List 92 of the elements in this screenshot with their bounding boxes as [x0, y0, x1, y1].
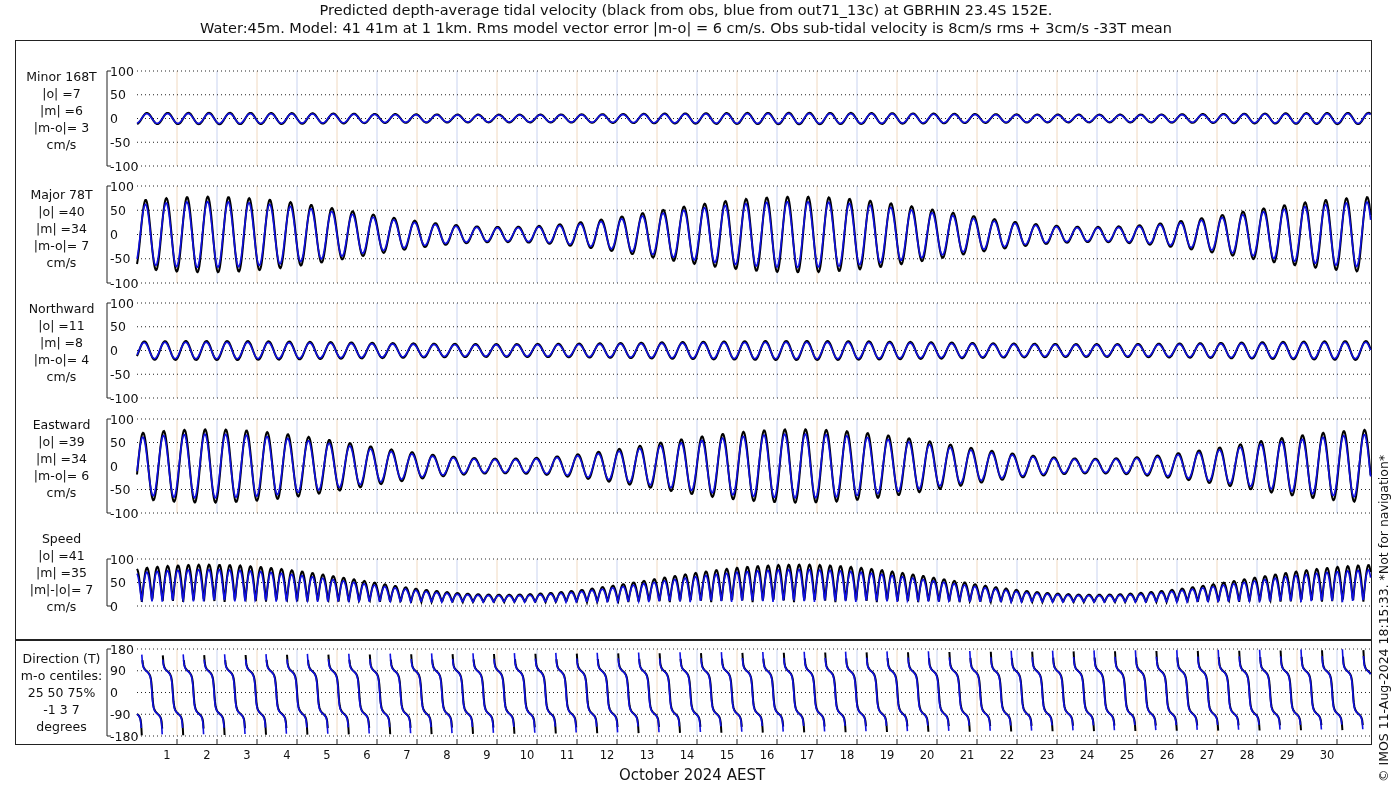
axis-tick-label: 0: [110, 685, 118, 700]
axis-tick-label: 0: [110, 598, 118, 614]
panel-label: |m-o|= 6: [33, 466, 90, 484]
day-label: 28: [1239, 748, 1255, 762]
day-label: 19: [879, 748, 895, 762]
axis-tick-label: 50: [110, 319, 126, 335]
day-label: 9: [483, 748, 491, 762]
chart-title: Water:45m. Model: 41 41m at 1 1km. Rms model vector error |m-o| = 6 cm/s. Obs sub-tidal velocity is 8cm/s rms + 3cm/s -33T mean: [200, 19, 1172, 37]
day-label: 18: [839, 748, 855, 762]
axis-tick-label: -100: [110, 158, 139, 174]
day-label: 5: [323, 748, 331, 762]
panel-label: |m| =34: [36, 220, 87, 237]
panel-label: |m| =8: [40, 334, 83, 351]
axis-tick-label: 0: [110, 111, 118, 126]
day-label: 22: [999, 748, 1015, 762]
x-axis-label: October 2024 AEST: [618, 766, 766, 784]
day-label: 3: [243, 748, 251, 762]
panel-label: Major 78T: [30, 186, 93, 203]
panel-label: degrees: [36, 718, 87, 735]
axis-tick-label: 100: [110, 63, 134, 79]
day-label: 26: [1159, 748, 1175, 762]
day-label: 23: [1039, 748, 1055, 762]
axis-tick-label: -180: [110, 728, 139, 744]
day-label: 4: [283, 748, 291, 762]
day-label: 30: [1319, 748, 1335, 762]
day-label: 13: [639, 748, 655, 762]
day-label: 8: [443, 748, 451, 762]
day-label: 1: [163, 748, 171, 762]
axis-tick-label: 50: [110, 575, 126, 590]
day-label: 11: [559, 748, 575, 762]
day-label: 7: [403, 748, 411, 762]
axis-tick-label: -50: [110, 251, 131, 267]
chart-title: Predicted depth-average tidal velocity (black from obs, blue from out71_13c) at GBRHIN 23.4S 152E.: [319, 1, 1053, 19]
day-label: 29: [1279, 748, 1295, 762]
panel-label: 25 50 75%: [27, 684, 96, 701]
day-label: 17: [799, 748, 815, 762]
axis-tick-label: 100: [110, 178, 134, 194]
panel-label: Speed: [41, 530, 82, 547]
axis-tick-label: -50: [110, 366, 131, 382]
panel-label: |m| =6: [40, 102, 83, 119]
panel-label: |m| =34: [36, 449, 87, 467]
axis-tick-label: 100: [110, 411, 134, 427]
axis-tick-label: 100: [110, 295, 134, 311]
axis-tick-label: 50: [110, 202, 126, 218]
panel-label: Direction (T): [22, 650, 101, 667]
day-label: 6: [363, 748, 371, 762]
day-label: 27: [1199, 748, 1215, 762]
panel-label: cm/s: [46, 254, 77, 271]
axis-tick-label: 50: [110, 87, 126, 103]
day-label: 21: [959, 748, 975, 762]
panel-label: |o| =11: [38, 317, 85, 334]
panel-label: Northward: [28, 300, 95, 317]
axis-tick-label: 0: [110, 458, 118, 474]
panel-label: Eastward: [32, 415, 91, 433]
panel-label: |m| =35: [36, 564, 87, 581]
panel-label: |m-o|= 4: [33, 351, 90, 368]
panel-label: cm/s: [46, 368, 77, 385]
axis-tick-label: -100: [110, 505, 139, 521]
axis-tick-label: -100: [110, 390, 139, 406]
axis-tick-label: -50: [110, 134, 131, 150]
panel-label: cm/s: [46, 598, 77, 615]
day-label: 16: [759, 748, 775, 762]
panel-label: |m-o|= 7: [33, 237, 90, 254]
axis-tick-label: 0: [110, 343, 118, 358]
panel-label: |o| =39: [38, 432, 85, 450]
panel-label: cm/s: [46, 136, 77, 153]
axis-tick-label: 180: [110, 641, 134, 657]
panel-label: m-o centiles:: [20, 667, 103, 684]
axis-tick-label: 90: [110, 663, 126, 679]
panel-label: |o| =7: [42, 85, 81, 102]
day-label: 12: [599, 748, 615, 762]
day-label: 15: [719, 748, 735, 762]
day-label: 25: [1119, 748, 1135, 762]
copyright-notice: © IMOS 11-Aug-2024 18:15:33. *Not for navigation*: [1372, 402, 1394, 782]
panel-label: |m-o|= 3: [33, 119, 90, 136]
panel-label: Minor 168T: [26, 68, 97, 85]
axis-tick-label: 100: [110, 551, 134, 567]
axis-tick-label: -100: [110, 275, 139, 291]
day-label: 10: [519, 748, 535, 762]
panel-label: |m|-|o|= 7: [29, 581, 94, 598]
axis-tick-label: 50: [110, 435, 126, 450]
panel-label: |o| =41: [38, 547, 85, 564]
day-label: 20: [919, 748, 935, 762]
day-label: 24: [1079, 748, 1095, 762]
panel-label: cm/s: [46, 483, 77, 501]
axis-tick-label: -90: [110, 706, 131, 722]
axis-tick-label: -50: [110, 482, 131, 497]
axis-tick-label: 0: [110, 227, 118, 242]
panel-label: -1 3 7: [43, 701, 80, 718]
panel-label: |o| =40: [38, 203, 85, 220]
day-label: 14: [679, 748, 695, 762]
day-label: 2: [203, 748, 211, 762]
